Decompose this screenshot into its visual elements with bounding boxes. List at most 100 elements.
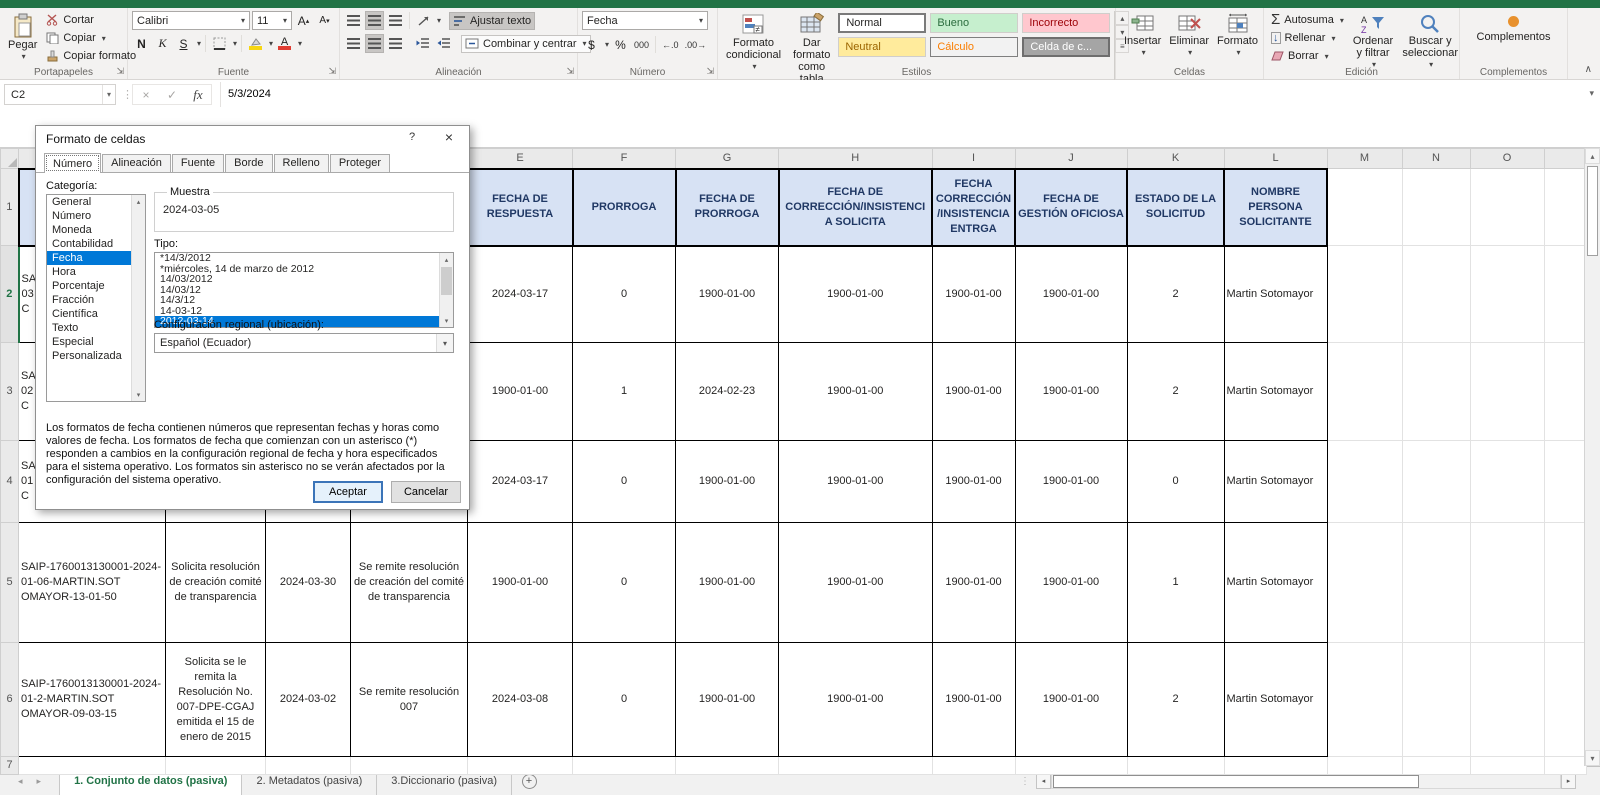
- cell-G4[interactable]: 1900-01-00: [676, 441, 779, 523]
- cell-L4[interactable]: Martin Sotomayor: [1224, 441, 1327, 523]
- category-scroll-up-icon[interactable]: ▴: [132, 195, 145, 208]
- tab-proteger[interactable]: Proteger: [330, 154, 390, 172]
- col-header-H[interactable]: H: [779, 149, 933, 169]
- cell-B7[interactable]: [166, 757, 266, 775]
- locale-combobox[interactable]: Español (Ecuador) ▾: [154, 333, 454, 353]
- cell-L2[interactable]: Martin Sotomayor: [1224, 246, 1327, 343]
- italic-button[interactable]: K: [153, 34, 172, 53]
- cell-I6[interactable]: 1900-01-00: [932, 643, 1015, 757]
- vertical-scrollbar[interactable]: ▴ ▾: [1584, 148, 1600, 766]
- increase-decimal-button[interactable]: ←.0: [660, 35, 681, 54]
- cell-H5[interactable]: 1900-01-00: [779, 523, 933, 643]
- cell-K7[interactable]: [1127, 757, 1224, 775]
- cell-P3[interactable]: [1544, 343, 1586, 441]
- row-header-1[interactable]: 1: [1, 169, 19, 246]
- category-cientifica[interactable]: Científica: [47, 307, 132, 321]
- scroll-down-icon[interactable]: ▾: [1585, 750, 1600, 766]
- underline-button[interactable]: S: [174, 34, 193, 53]
- addins-button[interactable]: Complementos: [1464, 11, 1563, 45]
- cell-F3[interactable]: 1: [573, 343, 676, 441]
- sort-filter-button[interactable]: AZ Ordenar y filtrar ▾: [1349, 11, 1397, 73]
- select-all-corner[interactable]: [1, 149, 19, 169]
- cell-E5[interactable]: 1900-01-00: [468, 523, 573, 643]
- hscroll-thumb[interactable]: [1053, 775, 1419, 788]
- tab-fuente[interactable]: Fuente: [172, 154, 224, 172]
- formula-input[interactable]: 5/3/2024: [228, 88, 271, 100]
- cell-G6[interactable]: 1900-01-00: [676, 643, 779, 757]
- wrap-text-button[interactable]: Ajustar texto: [449, 12, 535, 30]
- cell-N3[interactable]: [1402, 343, 1470, 441]
- cell-N5[interactable]: [1402, 523, 1470, 643]
- cell-O4[interactable]: [1470, 441, 1544, 523]
- decrease-indent-button[interactable]: [413, 34, 432, 53]
- cell-H7[interactable]: [779, 757, 933, 775]
- row-header-2[interactable]: 2: [1, 246, 19, 343]
- cell-P4[interactable]: [1544, 441, 1586, 523]
- scroll-up-icon[interactable]: ▴: [1585, 148, 1600, 164]
- category-numero[interactable]: Número: [47, 209, 132, 223]
- cell-O7[interactable]: [1470, 757, 1544, 775]
- font-dialog-launcher[interactable]: ⇲: [328, 66, 336, 77]
- cell-L5[interactable]: Martin Sotomayor: [1224, 523, 1327, 643]
- col-header-O[interactable]: O: [1470, 149, 1544, 169]
- cell-H3[interactable]: 1900-01-00: [779, 343, 933, 441]
- cell-H4[interactable]: 1900-01-00: [779, 441, 933, 523]
- cell-F7[interactable]: [573, 757, 676, 775]
- type-scroll-down-icon[interactable]: ▾: [440, 314, 453, 327]
- cell-I7[interactable]: [932, 757, 1015, 775]
- cell-G2[interactable]: 1900-01-00: [676, 246, 779, 343]
- formula-bar-expand-icon[interactable]: ▾: [1589, 88, 1594, 99]
- cell-A7[interactable]: [19, 757, 166, 775]
- cell-J3[interactable]: 1900-01-00: [1015, 343, 1127, 441]
- cell-H2[interactable]: 1900-01-00: [779, 246, 933, 343]
- cell-H6[interactable]: 1900-01-00: [779, 643, 933, 757]
- sheet-nav-right-icon[interactable]: ▸: [37, 776, 42, 787]
- cell-style-neutral[interactable]: Neutral: [838, 37, 926, 57]
- type-scroll-thumb[interactable]: [441, 267, 452, 295]
- category-list-scrollbar[interactable]: ▴ ▾: [131, 195, 145, 401]
- category-fraccion[interactable]: Fracción: [47, 293, 132, 307]
- fill-button[interactable]: ↓ Rellenar ▾: [1268, 29, 1347, 47]
- cell-E7[interactable]: [468, 757, 573, 775]
- cell-J4[interactable]: 1900-01-00: [1015, 441, 1127, 523]
- cell-O5[interactable]: [1470, 523, 1544, 643]
- hscroll-left-icon[interactable]: ◂: [1036, 774, 1051, 789]
- cell-C6[interactable]: 2024-03-02: [266, 643, 351, 757]
- cell-M2[interactable]: [1327, 246, 1402, 343]
- format-cells-button[interactable]: Formato ▾: [1213, 11, 1262, 61]
- cell-M5[interactable]: [1327, 523, 1402, 643]
- cell-F4[interactable]: 0: [573, 441, 676, 523]
- font-size-combobox[interactable]: 11 ▾: [252, 11, 292, 30]
- cell-G5[interactable]: 1900-01-00: [676, 523, 779, 643]
- cell-C5[interactable]: 2024-03-30: [266, 523, 351, 643]
- accept-button[interactable]: Aceptar: [313, 481, 383, 503]
- cell-H1[interactable]: FECHA DE CORRECCIÓN/INSISTENCIA SOLICITA: [779, 169, 933, 246]
- col-header-E[interactable]: E: [468, 149, 573, 169]
- cell-E6[interactable]: 2024-03-08: [468, 643, 573, 757]
- col-header-I[interactable]: I: [932, 149, 1015, 169]
- cell-D5[interactable]: Se remite resolución de creación del com…: [351, 523, 468, 643]
- type-list[interactable]: *14/3/2012 *miércoles, 14 de marzo de 20…: [154, 252, 454, 328]
- percent-button[interactable]: %: [611, 35, 630, 54]
- cell-L6[interactable]: Martin Sotomayor: [1224, 643, 1327, 757]
- cell-I5[interactable]: 1900-01-00: [932, 523, 1015, 643]
- cell-D7[interactable]: [351, 757, 468, 775]
- cell-C7[interactable]: [266, 757, 351, 775]
- col-header-L[interactable]: L: [1224, 149, 1327, 169]
- cell-J1[interactable]: FECHA DE GESTIÓN OFICIOSA: [1015, 169, 1127, 246]
- category-personalizada[interactable]: Personalizada: [47, 349, 132, 363]
- orientation-dropdown-icon[interactable]: ▾: [437, 16, 441, 25]
- collapse-ribbon-icon[interactable]: ∧: [1585, 64, 1592, 75]
- cell-P7[interactable]: [1544, 757, 1586, 775]
- cancel-button[interactable]: Cancelar: [391, 481, 461, 503]
- type-scroll-up-icon[interactable]: ▴: [440, 253, 453, 266]
- cell-O6[interactable]: [1470, 643, 1544, 757]
- find-select-button[interactable]: Buscar y seleccionar ▾: [1399, 11, 1461, 73]
- name-box-dropdown-icon[interactable]: ▾: [102, 85, 115, 104]
- fill-color-dropdown-icon[interactable]: ▾: [269, 39, 273, 48]
- cell-K4[interactable]: 0: [1127, 441, 1224, 523]
- category-especial[interactable]: Especial: [47, 335, 132, 349]
- font-family-combobox[interactable]: Calibri ▾: [132, 11, 250, 30]
- cell-K1[interactable]: ESTADO DE LA SOLICITUD: [1127, 169, 1224, 246]
- cell-P2[interactable]: [1544, 246, 1586, 343]
